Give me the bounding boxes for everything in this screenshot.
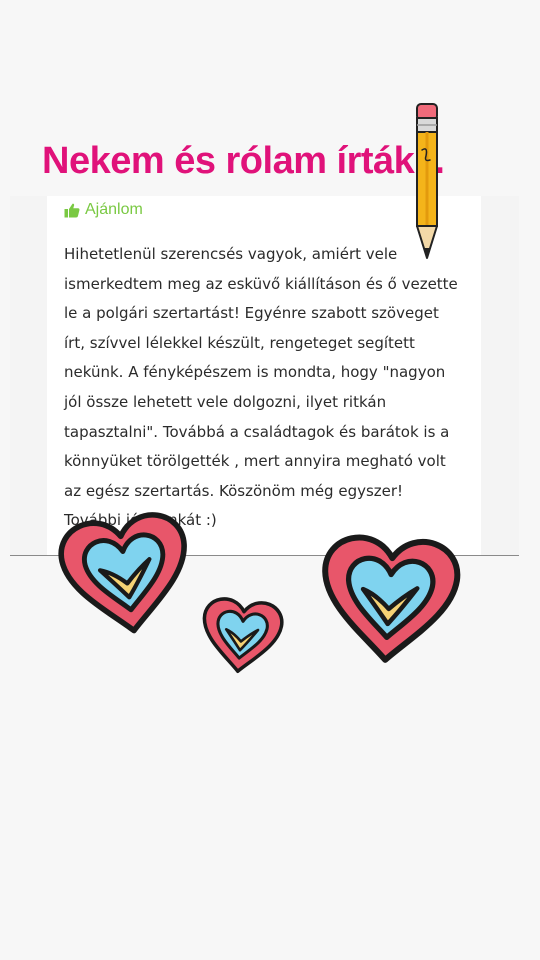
recommend-label: Ajánlom — [85, 201, 143, 218]
page-title: Nekem és rólam írták... — [42, 140, 445, 182]
thumbs-up-icon — [64, 203, 80, 218]
heart-icon — [322, 534, 461, 663]
heart-icon — [202, 597, 284, 673]
card-margin-left — [10, 196, 47, 556]
recommend-link[interactable]: Ajánlom — [64, 201, 143, 219]
card-margin-right — [481, 196, 519, 556]
review-text: Hihetetlenül szerencsés vagyok, amiért v… — [64, 245, 458, 530]
pencil-icon — [416, 103, 438, 259]
heart-icon — [58, 512, 187, 634]
